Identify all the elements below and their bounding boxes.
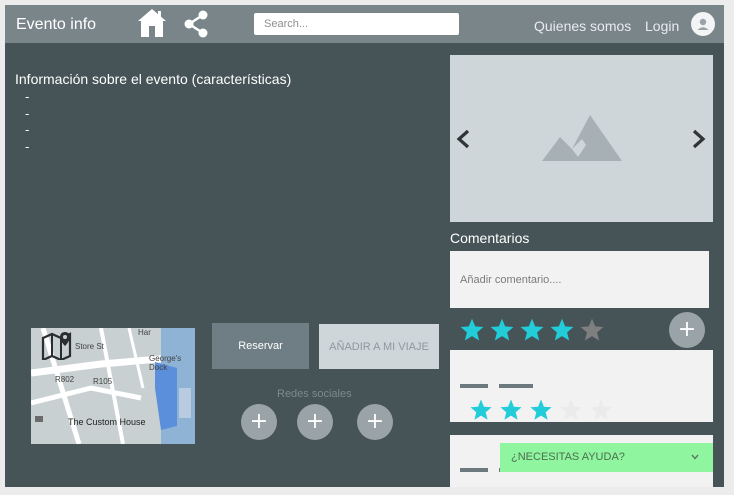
add-to-trip-button[interactable]: AÑADIR A MI VIAJE	[319, 324, 439, 369]
event-map[interactable]: R802 R105 Store St George's Dock Har The…	[31, 328, 195, 444]
image-carousel	[450, 55, 713, 222]
search-input[interactable]	[254, 13, 459, 35]
star-icon	[530, 399, 552, 420]
road-label: R105	[93, 377, 113, 386]
reserve-button[interactable]: Reservar	[212, 323, 309, 369]
road-label: Store St	[75, 342, 104, 351]
chevron-right-icon[interactable]	[691, 129, 707, 149]
chevron-down-icon[interactable]	[691, 454, 699, 460]
feature-item: -	[25, 89, 30, 104]
chevron-left-icon[interactable]	[455, 129, 471, 149]
add-comment-button[interactable]: +	[669, 312, 705, 348]
feature-item: -	[25, 138, 30, 154]
help-label: ¿NECESITAS AYUDA?	[511, 451, 625, 463]
feature-list: - - - -	[25, 89, 29, 155]
brand-title: Evento info	[16, 16, 97, 33]
comment-text-placeholder	[499, 384, 533, 388]
nav-link-login[interactable]: Login	[645, 18, 679, 34]
road-label: Har	[138, 328, 151, 337]
feature-item: -	[25, 122, 30, 137]
star-icon	[500, 399, 522, 420]
star-icon	[470, 399, 492, 420]
road-label: R802	[55, 375, 75, 384]
comment-author-placeholder	[460, 384, 488, 388]
road-label: George's Dock	[149, 354, 182, 372]
comment-author-placeholder	[460, 468, 488, 472]
social-button[interactable]: +	[297, 404, 333, 440]
social-title: Redes sociales	[277, 388, 352, 400]
star-icon	[560, 399, 582, 420]
comment-card	[450, 350, 713, 422]
comment-rating	[469, 398, 613, 422]
star-icon[interactable]	[459, 316, 485, 344]
nav-link-about[interactable]: Quienes somos	[534, 18, 631, 34]
user-icon[interactable]	[691, 12, 715, 36]
app-frame: Evento info Quienes somos Login	[5, 5, 724, 487]
rating-input[interactable]	[459, 316, 605, 346]
social-button[interactable]: +	[357, 404, 393, 440]
star-icon	[590, 399, 612, 420]
comments-title: Comentarios	[450, 230, 530, 246]
map-pin-icon	[41, 332, 72, 360]
help-tab[interactable]: ¿NECESITAS AYUDA?	[500, 443, 713, 472]
comment-input[interactable]	[450, 251, 709, 308]
feature-item: -	[25, 105, 30, 121]
map-place-label: The Custom House	[68, 417, 146, 427]
social-button[interactable]: +	[241, 404, 277, 440]
star-icon[interactable]	[549, 316, 575, 344]
share-icon[interactable]	[181, 10, 211, 38]
star-icon[interactable]	[519, 316, 545, 344]
event-info-title: Información sobre el evento (característ…	[15, 71, 292, 87]
home-icon[interactable]	[136, 8, 168, 38]
image-placeholder-icon	[542, 115, 622, 161]
star-icon[interactable]	[579, 316, 605, 344]
header: Evento info Quienes somos Login	[5, 5, 724, 43]
star-icon[interactable]	[489, 316, 515, 344]
